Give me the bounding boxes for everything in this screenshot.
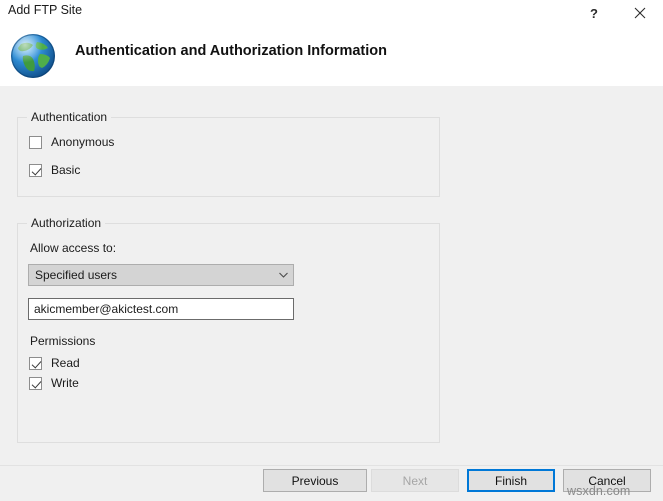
authentication-group: Authentication Anonymous Basic bbox=[17, 110, 440, 197]
checkbox-basic[interactable]: Basic bbox=[29, 163, 80, 177]
dialog-footer: Previous Next Finish Cancel bbox=[0, 466, 663, 501]
next-button: Next bbox=[371, 469, 459, 492]
title-bar: Add FTP Site ? bbox=[0, 0, 663, 30]
permissions-label: Permissions bbox=[30, 334, 96, 348]
close-button[interactable] bbox=[617, 0, 663, 26]
authentication-legend: Authentication bbox=[27, 110, 112, 124]
checkbox-anonymous-box[interactable] bbox=[29, 135, 42, 149]
authorization-legend: Authorization bbox=[27, 216, 106, 230]
checkbox-read-box[interactable] bbox=[29, 356, 42, 370]
checkbox-basic-box[interactable] bbox=[29, 163, 42, 177]
checkbox-anonymous[interactable]: Anonymous bbox=[29, 135, 114, 149]
finish-button[interactable]: Finish bbox=[467, 469, 555, 492]
specified-users-input[interactable] bbox=[28, 298, 294, 320]
checkbox-anonymous-label: Anonymous bbox=[51, 135, 115, 149]
help-button[interactable]: ? bbox=[571, 0, 617, 26]
close-icon bbox=[634, 7, 646, 19]
chevron-down-icon bbox=[273, 271, 293, 279]
dialog-header: Authentication and Authorization Informa… bbox=[0, 30, 663, 86]
previous-button[interactable]: Previous bbox=[263, 469, 367, 492]
dialog-body: Authentication Anonymous Basic Authoriza… bbox=[0, 86, 663, 465]
page-title: Authentication and Authorization Informa… bbox=[75, 43, 387, 59]
allow-access-label: Allow access to: bbox=[30, 241, 117, 255]
title-bar-controls: ? bbox=[571, 0, 663, 26]
window-title: Add FTP Site bbox=[8, 3, 83, 17]
checkbox-read[interactable]: Read bbox=[29, 356, 80, 370]
allow-access-select[interactable]: Specified users bbox=[28, 264, 294, 286]
checkbox-read-label: Read bbox=[51, 356, 80, 370]
cancel-button[interactable]: Cancel bbox=[563, 469, 651, 492]
checkbox-basic-label: Basic bbox=[51, 163, 81, 177]
allow-access-select-value: Specified users bbox=[35, 268, 118, 282]
checkbox-write-box[interactable] bbox=[29, 376, 42, 390]
checkbox-write-label: Write bbox=[51, 376, 79, 390]
checkbox-write[interactable]: Write bbox=[29, 376, 79, 390]
authorization-group: Authorization Allow access to: Specified… bbox=[17, 216, 440, 443]
globe-icon bbox=[7, 30, 59, 82]
